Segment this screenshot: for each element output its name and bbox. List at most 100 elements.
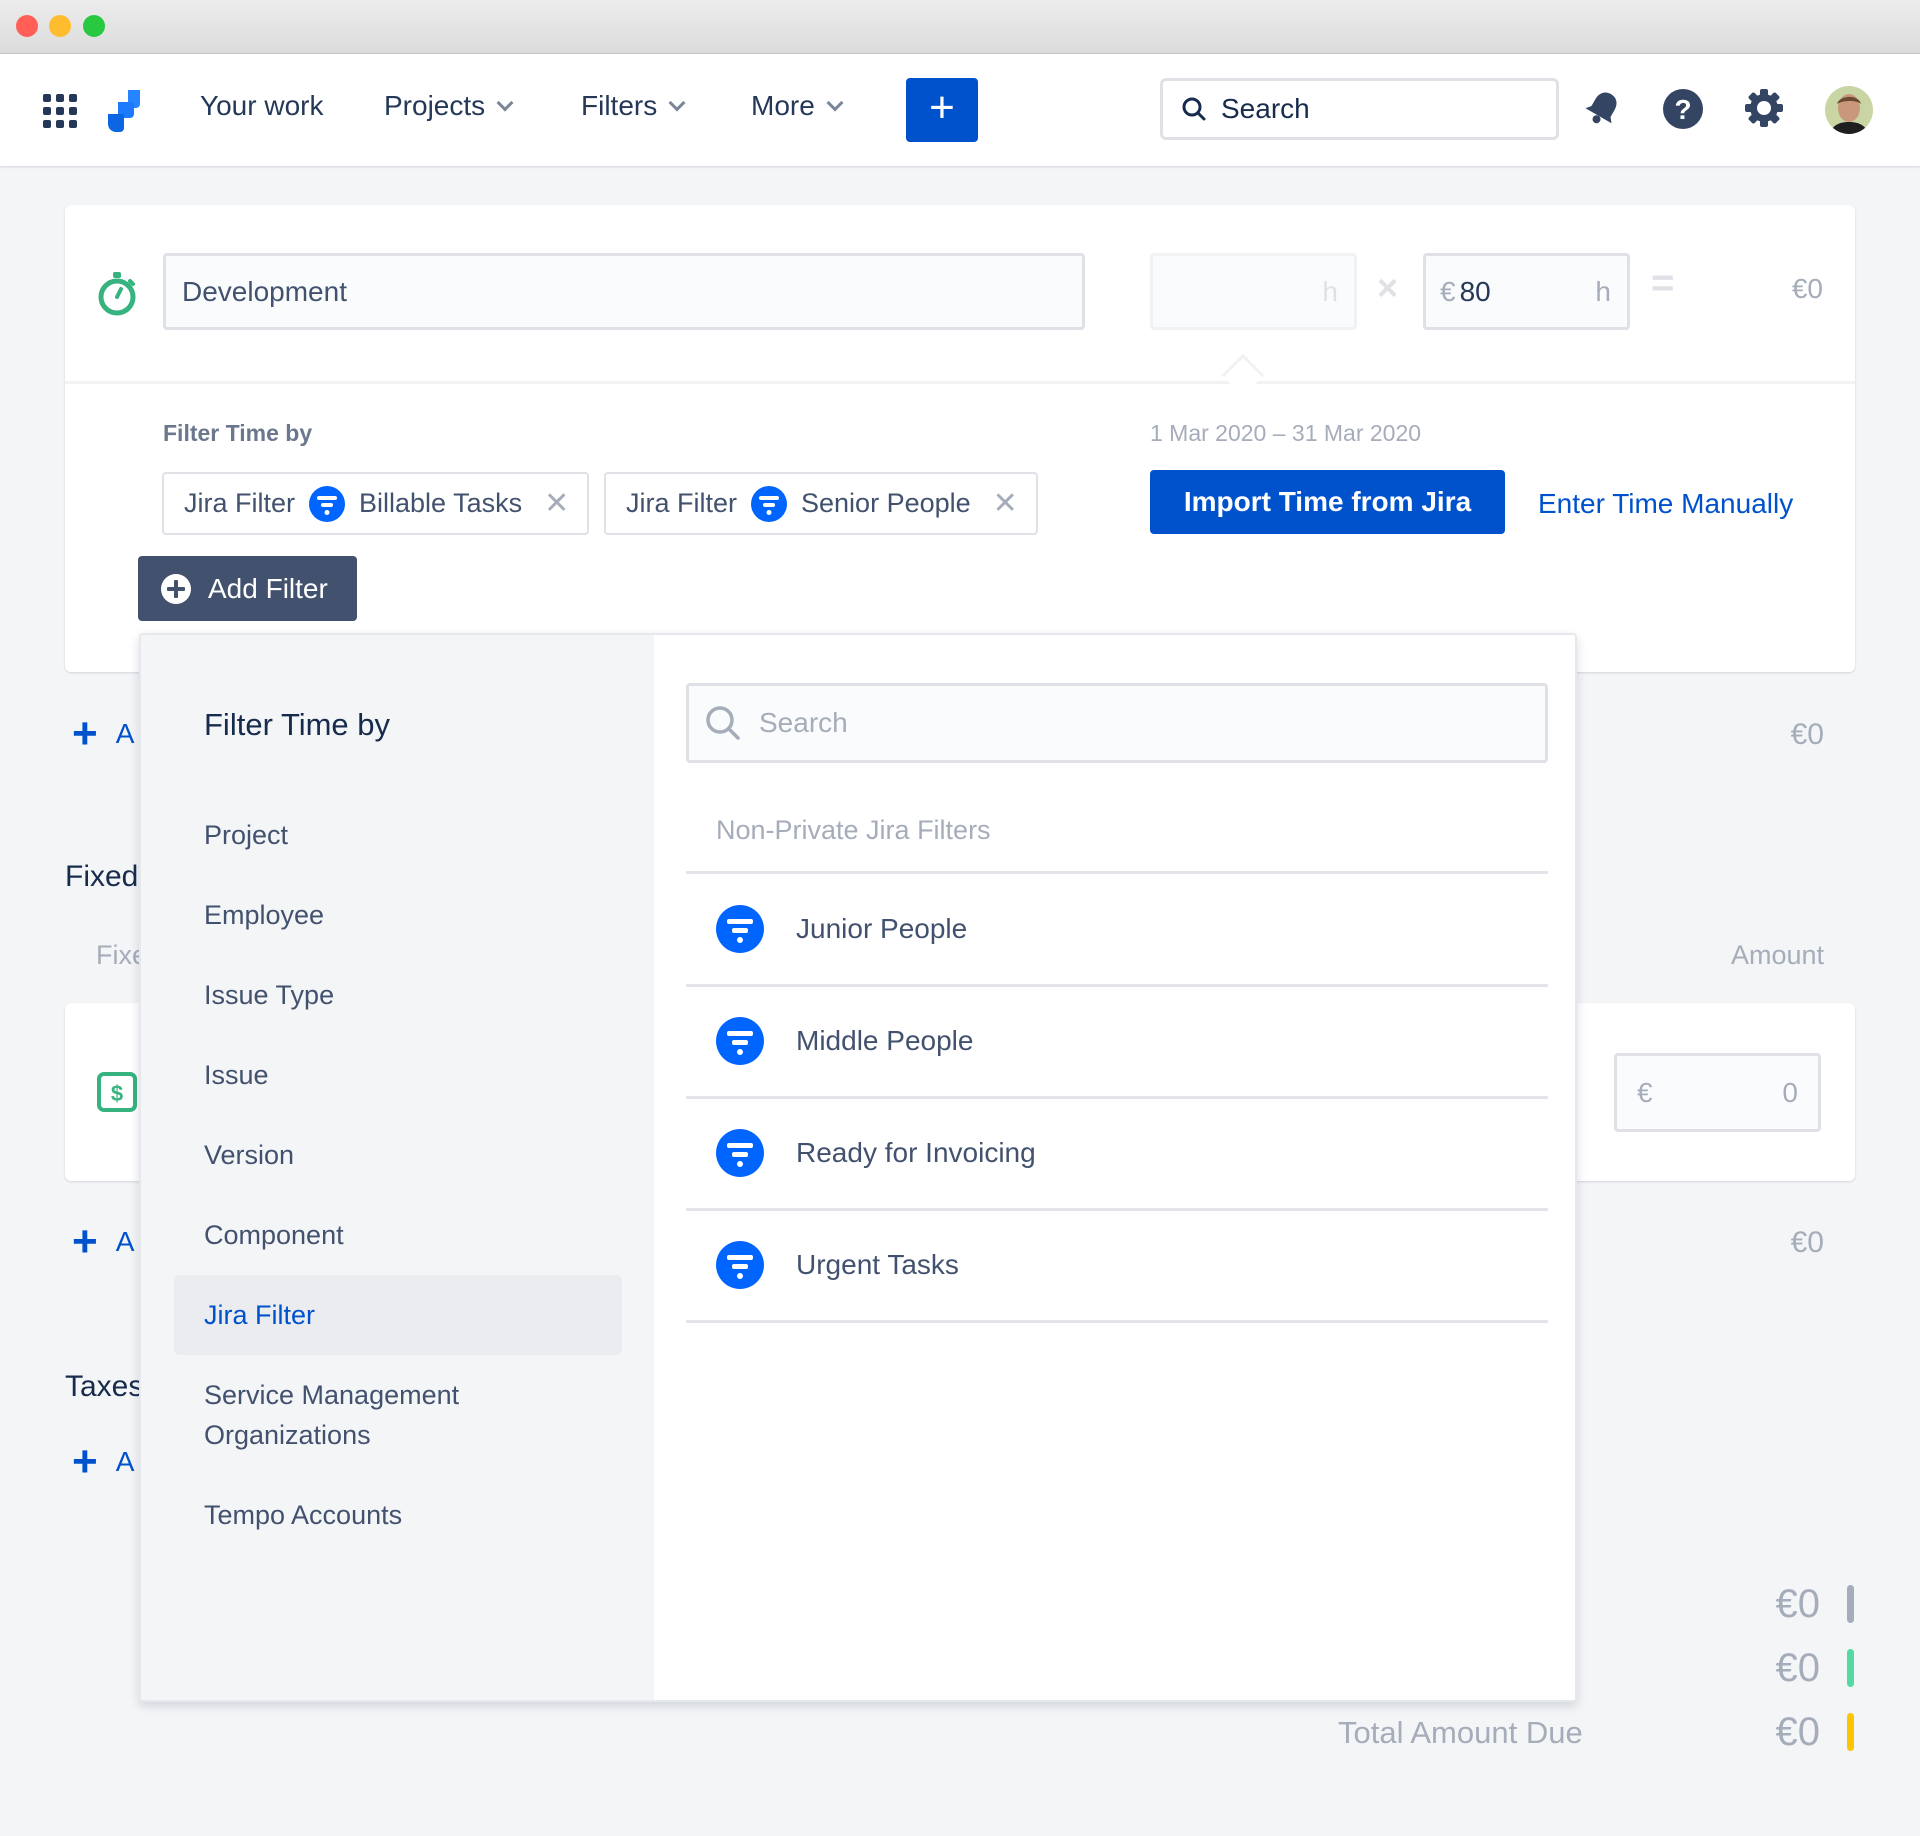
filter-option[interactable]: Middle People	[686, 985, 1548, 1097]
nav-filters-label: Filters	[581, 90, 658, 121]
description-input[interactable]: Development	[163, 253, 1085, 330]
plus-icon: +	[72, 1437, 98, 1486]
notifications-bell-icon[interactable]	[1583, 88, 1623, 128]
section-divider	[65, 381, 1855, 384]
filter-option-label: Urgent Tasks	[796, 1249, 959, 1280]
plus-icon: +	[929, 83, 955, 132]
top-navigation: Your work Projects Filters More + Search	[0, 54, 1920, 166]
filter-search-placeholder: Search	[759, 707, 848, 738]
nav-your-work-label: Your work	[200, 90, 324, 121]
filter-chip[interactable]: Jira Filter Senior People ✕	[604, 472, 1038, 535]
category-employee[interactable]: Employee	[204, 895, 324, 935]
category-issue[interactable]: Issue	[204, 1055, 269, 1095]
window-minimize-button[interactable]	[49, 15, 71, 37]
add-circle-icon	[161, 573, 191, 604]
taxes-section-title: Taxes	[65, 1370, 144, 1403]
jira-logo-icon[interactable]	[106, 90, 146, 132]
category-component[interactable]: Component	[204, 1215, 344, 1255]
time-subtotal: €0	[1790, 718, 1824, 751]
filter-search-input[interactable]: Search	[686, 683, 1548, 763]
filter-icon	[716, 1129, 764, 1177]
filter-chip[interactable]: Jira Filter Billable Tasks ✕	[162, 472, 590, 535]
category-jira-filter[interactable]: Jira Filter	[204, 1295, 315, 1335]
stopwatch-icon	[97, 271, 137, 317]
help-icon[interactable]: ?	[1662, 88, 1704, 130]
filter-icon	[751, 485, 788, 522]
total-due-indicator-bar	[1847, 1713, 1854, 1751]
add-fixed-row-label: A	[115, 1226, 135, 1257]
add-tax-row-button[interactable]: + A	[72, 1440, 134, 1484]
filter-icon	[309, 485, 346, 522]
rate-value: 80	[1459, 275, 1491, 307]
chip-value: Billable Tasks	[359, 488, 523, 518]
chevron-down-icon	[826, 94, 844, 112]
filter-option-label: Middle People	[796, 1025, 974, 1056]
category-tempo-accounts[interactable]: Tempo Accounts	[204, 1495, 402, 1535]
multiply-icon: ×	[1377, 267, 1399, 308]
rate-input[interactable]: € 80 h	[1423, 253, 1630, 330]
filter-option[interactable]: Ready for Invoicing	[686, 1097, 1548, 1209]
list-divider	[686, 1320, 1548, 1323]
amount-column-header: Amount	[1730, 940, 1824, 970]
fixed-amount-input[interactable]: € 0	[1614, 1053, 1821, 1132]
search-icon	[706, 706, 740, 740]
filter-option[interactable]: Urgent Tasks	[686, 1209, 1548, 1321]
nav-projects-label: Projects	[384, 90, 486, 121]
add-time-row-label: A	[115, 718, 135, 749]
import-time-button[interactable]: Import Time from Jira	[1150, 470, 1505, 534]
user-avatar[interactable]	[1825, 86, 1873, 134]
filter-option-label: Ready for Invoicing	[796, 1137, 1036, 1168]
category-project[interactable]: Project	[204, 815, 288, 855]
nav-your-work[interactable]: Your work	[200, 90, 323, 122]
filter-icon	[716, 1241, 764, 1289]
add-filter-label: Add Filter	[208, 572, 328, 604]
remove-chip-icon[interactable]: ✕	[544, 486, 569, 521]
nav-more-label: More	[751, 90, 815, 121]
rate-currency: €	[1440, 275, 1456, 307]
filter-category-panel: Filter Time by Project Employee Issue Ty…	[141, 635, 654, 1700]
equals-icon: =	[1651, 261, 1675, 305]
category-version[interactable]: Version	[204, 1135, 294, 1175]
app-switcher-icon[interactable]	[43, 94, 77, 128]
nav-projects[interactable]: Projects	[384, 90, 514, 122]
subtotal-indicator-bar	[1847, 1585, 1854, 1623]
filter-list-section-label: Non-Private Jira Filters	[716, 815, 991, 845]
dollar-icon: $	[97, 1072, 137, 1112]
filter-icon	[716, 1017, 764, 1065]
add-filter-button[interactable]: Add Filter	[138, 556, 357, 621]
chevron-down-icon	[668, 94, 686, 112]
chevron-down-icon	[496, 94, 514, 112]
chip-type: Jira Filter	[626, 488, 738, 518]
hours-input[interactable]: h	[1150, 253, 1357, 330]
add-tax-row-label: A	[115, 1446, 135, 1477]
enter-time-manually-link[interactable]: Enter Time Manually	[1538, 488, 1793, 520]
category-service-management-organizations[interactable]: Service Management Organizations	[204, 1375, 504, 1455]
create-button[interactable]: +	[906, 78, 978, 142]
add-fixed-row-button[interactable]: + A	[72, 1220, 134, 1264]
filter-option[interactable]: Junior People	[686, 873, 1548, 985]
search-icon	[1182, 97, 1206, 121]
add-time-row-button[interactable]: + A	[72, 712, 134, 756]
fixed-section-title: Fixed	[65, 860, 139, 893]
chip-type: Jira Filter	[184, 488, 296, 518]
summary-paid: €0	[1775, 1646, 1821, 1690]
category-issue-type[interactable]: Issue Type	[204, 975, 334, 1015]
remove-chip-icon[interactable]: ✕	[993, 486, 1018, 521]
settings-gear-icon[interactable]	[1744, 88, 1784, 128]
nav-more[interactable]: More	[751, 90, 844, 122]
description-value: Development	[182, 275, 347, 307]
date-range: 1 Mar 2020 – 31 Mar 2020	[1150, 420, 1422, 446]
window-maximize-button[interactable]	[83, 15, 105, 37]
svg-text:$: $	[111, 1081, 123, 1106]
global-search-placeholder: Search	[1221, 93, 1310, 124]
fixed-amount-value: 0	[1782, 1076, 1798, 1108]
nav-filters[interactable]: Filters	[581, 90, 686, 122]
total-amount-due: €0	[1775, 1710, 1821, 1754]
fixed-subtotal: €0	[1790, 1226, 1824, 1259]
paid-indicator-bar	[1847, 1649, 1854, 1687]
line-total: €0	[1791, 273, 1823, 304]
global-search-input[interactable]: Search	[1160, 78, 1559, 140]
window-close-button[interactable]	[16, 15, 38, 37]
rate-unit: h	[1595, 275, 1611, 307]
filter-section-label: Filter Time by	[163, 420, 313, 446]
